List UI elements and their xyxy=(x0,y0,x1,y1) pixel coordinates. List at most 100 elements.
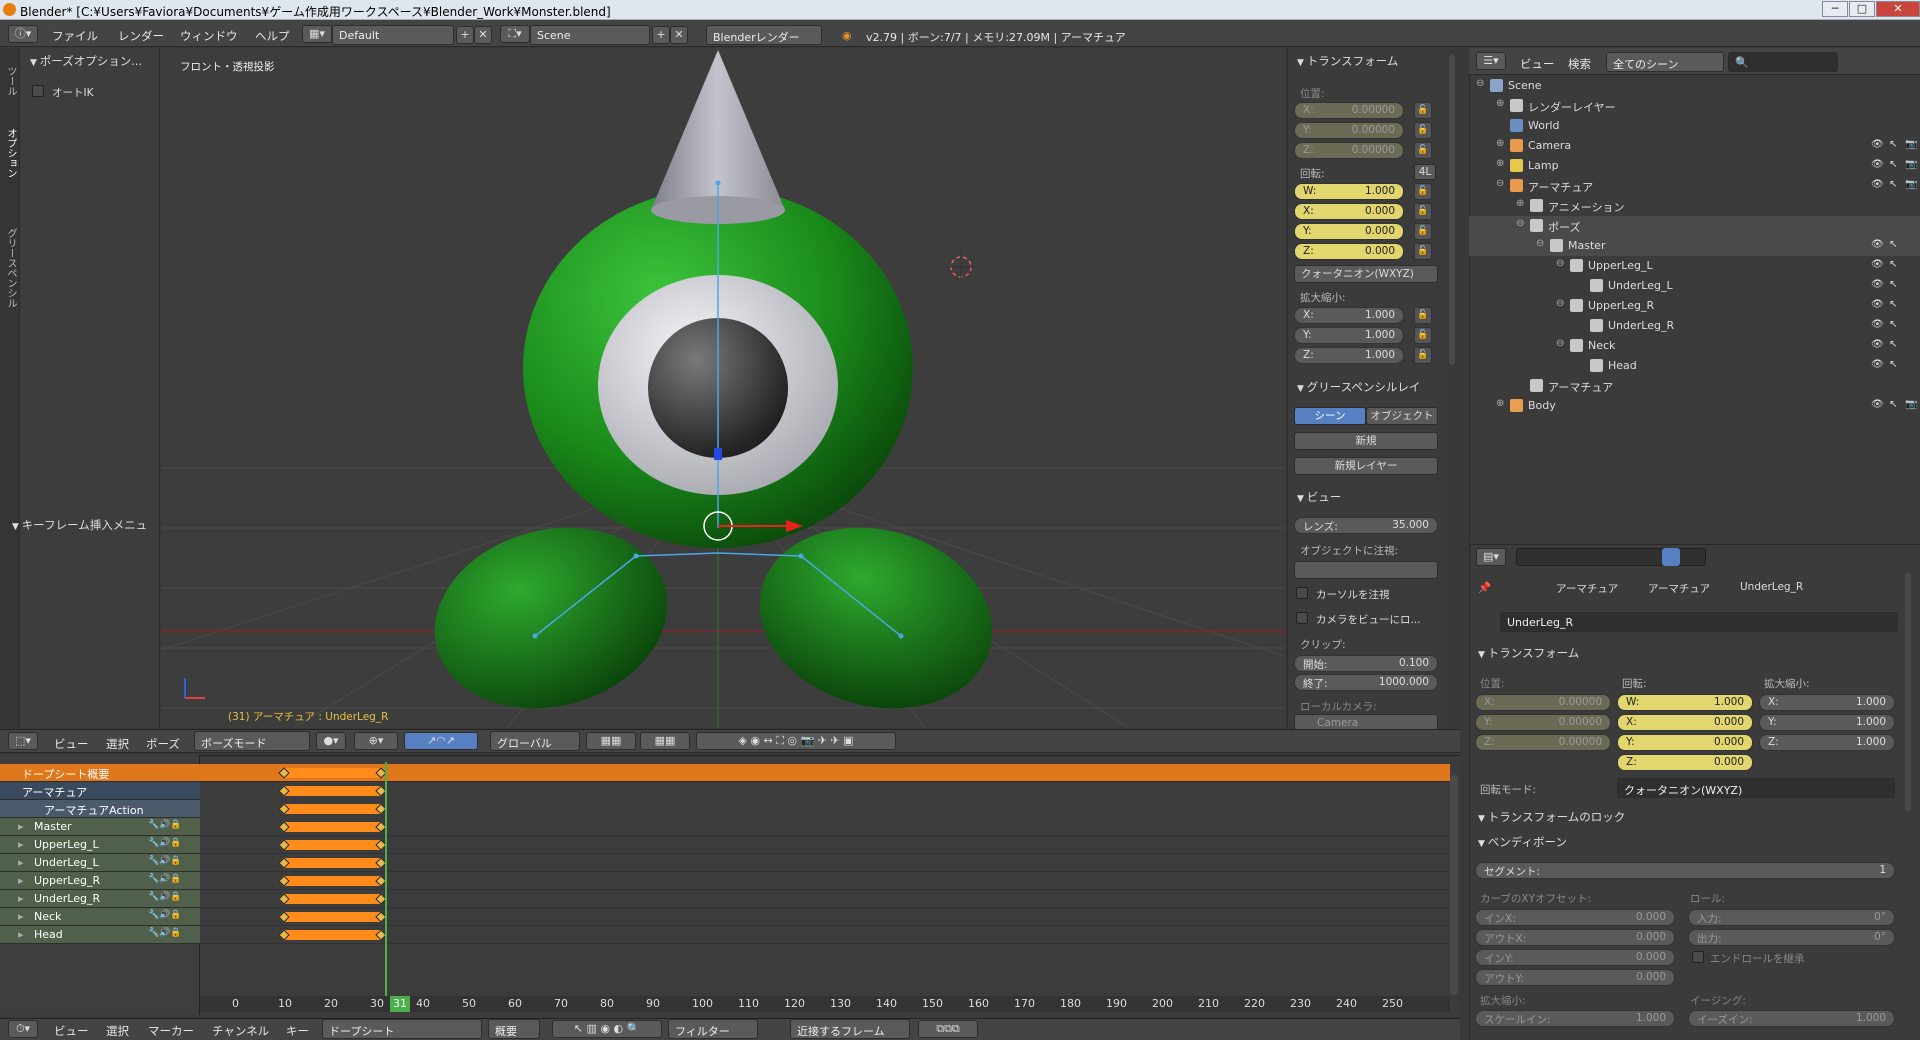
expand-toggle-icon[interactable]: ⊖ xyxy=(1516,218,1524,229)
layers2-icon[interactable]: ▦▦ xyxy=(640,732,690,750)
playhead-line[interactable] xyxy=(385,762,387,996)
lock-object-field[interactable] xyxy=(1294,561,1438,579)
outliner-row[interactable]: ⊕ Body 👁 ↖ 📷 xyxy=(1469,396,1920,416)
visibility-eye-icon[interactable]: 👁 xyxy=(1871,319,1884,330)
bone-rot-w[interactable]: W: 1.000 xyxy=(1617,694,1753,711)
expand-toggle-icon[interactable]: ⊖ xyxy=(1476,78,1484,89)
rotation-z-field[interactable]: Z: 0.000 xyxy=(1294,243,1404,260)
selectability-cursor-icon[interactable]: ↖ xyxy=(1889,259,1897,270)
scene-icon[interactable]: ⛶▾ xyxy=(500,25,530,43)
expand-toggle-icon[interactable]: ⊖ xyxy=(1556,258,1564,269)
lock-icon[interactable]: 🔓 xyxy=(1414,203,1432,220)
channel-toggle-icons[interactable]: 🔧🔊🔒 xyxy=(148,892,182,902)
outliner-row[interactable]: UnderLeg_R 👁 ↖ xyxy=(1469,316,1920,336)
render-camera-icon[interactable]: 📷 xyxy=(1905,139,1917,150)
pivot-icon[interactable]: ⊕▾ xyxy=(354,732,398,750)
transform-lock-header[interactable]: トランスフォームのロック xyxy=(1478,809,1625,825)
channel-track[interactable] xyxy=(200,836,1450,854)
curve-in-y[interactable]: インY: 0.000 xyxy=(1475,949,1675,966)
curve-out-y[interactable]: アウトY: 0.000 xyxy=(1475,969,1675,986)
bone-rotation-mode-select[interactable]: クォータニオン(WXYZ) xyxy=(1617,778,1895,798)
outliner-row[interactable]: Head 👁 ↖ xyxy=(1469,356,1920,376)
scale-y-field[interactable]: Y: 1.000 xyxy=(1294,327,1404,344)
channel-track[interactable] xyxy=(200,872,1450,890)
outliner-row[interactable]: ⊖ UpperLeg_L 👁 ↖ xyxy=(1469,256,1920,276)
visibility-eye-icon[interactable]: 👁 xyxy=(1871,279,1884,290)
vp-menu-select[interactable]: 選択 xyxy=(106,736,129,752)
layout-select[interactable]: Default xyxy=(332,25,454,45)
info-editor-icon[interactable]: ⓘ▾ xyxy=(8,25,38,43)
lock-camera-checkbox[interactable] xyxy=(1296,612,1308,624)
outliner-row[interactable]: ⊖ Master 👁 ↖ xyxy=(1469,236,1920,256)
roll-in[interactable]: 入力: 0° xyxy=(1688,909,1895,926)
ds-menu-channel[interactable]: チャンネル xyxy=(212,1023,269,1039)
selectability-cursor-icon[interactable]: ↖ xyxy=(1889,339,1897,350)
ease-in-field[interactable]: イーズイン: 1.000 xyxy=(1688,1010,1895,1027)
channel-toggle-icons[interactable]: 🔧🔊🔒 xyxy=(148,910,182,920)
ds-tool-icons[interactable]: ↖ ▥ ◉ ◐ 🔍 xyxy=(552,1020,662,1038)
close-button[interactable]: ✕ xyxy=(1876,1,1920,17)
expand-toggle-icon[interactable]: ▸ xyxy=(18,910,24,923)
outliner-row[interactable]: UnderLeg_L 👁 ↖ xyxy=(1469,276,1920,296)
maximize-button[interactable]: □ xyxy=(1849,1,1875,17)
bone-loc-z[interactable]: Z: 0.00000 xyxy=(1475,734,1611,751)
lock-icon[interactable]: 🔓 xyxy=(1414,307,1432,324)
bone-rot-z[interactable]: Z: 0.000 xyxy=(1617,754,1753,771)
outliner-row[interactable]: ⊖ Scene xyxy=(1469,76,1920,96)
ds-menu-marker[interactable]: マーカー xyxy=(148,1023,194,1039)
clip-start-field[interactable]: 開始: 0.100 xyxy=(1294,655,1438,672)
selectability-cursor-icon[interactable]: ↖ xyxy=(1889,179,1897,190)
remove-scene-icon[interactable]: ✕ xyxy=(670,26,688,44)
ds-menu-key[interactable]: キー xyxy=(286,1023,309,1039)
3d-view-editor-icon[interactable]: ⬚▾ xyxy=(8,732,38,750)
shading-icon[interactable]: ●▾ xyxy=(316,732,346,750)
bone-loc-y[interactable]: Y: 0.00000 xyxy=(1475,714,1611,731)
bone-scale-y[interactable]: Y: 1.000 xyxy=(1759,714,1895,731)
expand-toggle-icon[interactable]: ⊕ xyxy=(1496,138,1504,149)
keyframe-menu-header[interactable]: キーフレーム挿入メニュ xyxy=(12,517,147,533)
lock-icon[interactable]: 🔓 xyxy=(1414,102,1432,119)
channel-track[interactable] xyxy=(200,890,1450,908)
auto-ik-checkbox[interactable] xyxy=(32,85,44,97)
outliner-row[interactable]: ⊕ Lamp 👁 ↖ 📷 xyxy=(1469,156,1920,176)
lock-icon[interactable]: 🔓 xyxy=(1414,347,1432,364)
render-camera-icon[interactable]: 📷 xyxy=(1905,399,1917,410)
outliner-row[interactable]: ⊖ アーマチュア 👁 ↖ 📷 xyxy=(1469,176,1920,196)
expand-toggle-icon[interactable]: ⊖ xyxy=(1556,338,1564,349)
tab-options[interactable]: オプション xyxy=(2,118,18,188)
channel-row[interactable]: ▸ Master 🔧🔊🔒 xyxy=(0,818,200,836)
bone-transform-header[interactable]: トランスフォーム xyxy=(1478,645,1579,661)
channel-track[interactable] xyxy=(200,908,1450,926)
npanel-scrollbar[interactable] xyxy=(1449,55,1455,365)
channel-toggle-icons[interactable]: 🔧🔊🔒 xyxy=(148,874,182,884)
visibility-eye-icon[interactable]: 👁 xyxy=(1871,159,1884,170)
render-camera-icon[interactable]: 📷 xyxy=(1905,159,1917,170)
outliner-row[interactable]: アーマチュア xyxy=(1469,376,1920,396)
summary-toggle[interactable]: 概要 xyxy=(488,1019,540,1039)
scale-in-field[interactable]: スケールイン: 1.000 xyxy=(1475,1010,1675,1027)
layers-icon[interactable]: ▦▦ xyxy=(586,732,636,750)
outliner-row[interactable]: ⊖ Neck 👁 ↖ xyxy=(1469,336,1920,356)
add-scene-icon[interactable]: + xyxy=(652,26,670,44)
menu-window[interactable]: ウィンドウ xyxy=(180,28,238,44)
outliner-row[interactable]: ⊕ アニメーション xyxy=(1469,196,1920,216)
bone-scale-x[interactable]: X: 1.000 xyxy=(1759,694,1895,711)
channel-row[interactable]: ▸ Head 🔧🔊🔒 xyxy=(0,926,200,944)
properties-editor-icon[interactable]: ▤▾ xyxy=(1476,548,1506,566)
outliner-display-select[interactable]: 全てのシーン xyxy=(1606,52,1724,72)
lock-icon[interactable]: 🔓 xyxy=(1414,183,1432,200)
ds-menu-view[interactable]: ビュー xyxy=(54,1023,89,1039)
action-row[interactable]: アーマチュアAction xyxy=(0,800,200,818)
expand-toggle-icon[interactable]: ▸ xyxy=(18,892,24,905)
expand-toggle-icon[interactable]: ▸ xyxy=(18,874,24,887)
grease-pencil-header[interactable]: グリースペンシルレイ xyxy=(1297,379,1421,395)
curve-out-x[interactable]: アウトX: 0.000 xyxy=(1475,929,1675,946)
3d-viewport[interactable] xyxy=(161,48,1285,728)
selectability-cursor-icon[interactable]: ↖ xyxy=(1889,239,1897,250)
outliner-row[interactable]: ⊖ ポーズ xyxy=(1469,216,1920,236)
vp-menu-pose[interactable]: ポーズ xyxy=(146,736,180,752)
minimize-button[interactable]: ─ xyxy=(1822,1,1848,17)
ds-menu-select[interactable]: 選択 xyxy=(106,1023,129,1039)
channel-row[interactable]: ▸ UpperLeg_R 🔧🔊🔒 xyxy=(0,872,200,890)
snap-select[interactable]: 近接するフレーム xyxy=(790,1019,910,1039)
